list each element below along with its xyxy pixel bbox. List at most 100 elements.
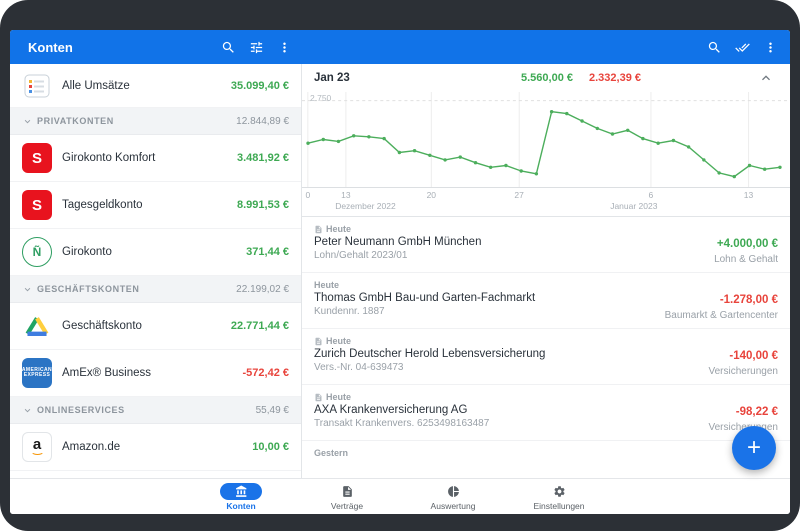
section-privatkonten[interactable]: PRIVATKONTEN 12.844,89 € [10,108,301,135]
chevron-down-icon [22,284,33,295]
account-label: Geschäftskonto [62,320,142,332]
date-text: Heute [326,336,352,346]
sidebar-item-tagesgeldkonto[interactable]: S Tagesgeldkonto 8.991,53 € [10,182,301,229]
transaction-amount: -140,00 € [729,350,778,362]
filter-icon[interactable] [242,33,270,61]
plus-icon: + [746,434,761,461]
nav-tab-einstellungen[interactable]: Einstellungen [523,483,595,511]
amazon-logo: a [22,432,52,462]
chevron-down-icon [22,405,33,416]
app-bar: Konten [10,30,790,64]
receipt-icon [314,393,323,402]
app-bar-left: Konten [10,33,302,61]
pie-chart-icon [432,483,474,500]
section-total: 22.199,02 € [236,283,289,295]
norisbank-logo: Ñ [22,237,52,267]
x-tick-label: 0 [305,190,311,200]
done-all-icon[interactable] [728,33,756,61]
income-total: 5.560,00 € [521,72,573,84]
nav-tab-vertraege[interactable]: Verträge [311,483,383,511]
sidebar-item-amex-business[interactable]: AMERICAN EXPRESS AmEx® Business -572,42 … [10,350,301,397]
x-tick-label: 6 [648,190,654,200]
more-options-icon[interactable] [756,33,784,61]
x-tick-label: 20 [426,190,437,200]
account-balance: 35.099,40 € [230,79,289,92]
section-label: GESCHÄFTSKONTEN [37,284,140,294]
sidebar-item-girokonto[interactable]: Ñ Girokonto 371,44 € [10,229,301,276]
page-title: Konten [28,39,73,55]
transaction-row[interactable]: Heute AXA Krankenversicherung AG Transak… [302,385,790,441]
amazon-smile-arc [30,448,44,455]
more-menu-icon[interactable] [270,33,298,61]
section-label: PRIVATKONTEN [37,116,114,126]
sidebar-item-all-transactions[interactable]: Alle Umsätze 35.099,40 € [10,64,301,108]
account-label: Amazon.de [62,441,121,453]
transaction-category: Baumarkt & Gartencenter [664,310,778,321]
date-text: Heute [326,224,352,234]
chart-header: Jan 23 5.560,00 € 2.332,39 € [302,64,790,92]
sparkasse-logo: S [22,143,52,173]
tablet-frame: Konten Alle Umsätze 35.099,40 € PRIVATKO… [0,0,800,531]
transaction-row[interactable]: Heute Peter Neumann GmbH München Lohn/Ge… [302,217,790,273]
transaction-date: Heute [314,336,670,346]
sidebar-item-amazon[interactable]: a Amazon.de 10,00 € [10,424,301,471]
transaction-title: Zurich Deutscher Herold Lebensversicheru… [314,348,546,360]
date-text: Heute [314,280,340,290]
nav-label: Einstellungen [533,500,585,511]
transaction-date: Gestern [314,448,670,458]
x-tick-label: 13 [341,190,351,200]
selected-date-label: Jan 23 [314,72,350,84]
transaction-date: Heute [314,224,670,234]
transaction-subtitle: Kundennr. 1887 [314,306,385,317]
balance-chart: 2.750 0 13 20 27 6 13 Dezember 2022 Januar 2023 [302,92,790,217]
expense-total: 2.332,39 € [589,72,641,84]
add-transaction-fab[interactable]: + [732,426,776,470]
transaction-title: Peter Neumann GmbH München [314,236,482,248]
account-balance: 22.771,44 € [230,320,289,332]
account-label: Girokonto [62,246,112,258]
sidebar-item-girokonto-komfort[interactable]: S Girokonto Komfort 3.481,92 € [10,135,301,182]
account-balance: 371,44 € [246,246,289,258]
account-label: AmEx® Business [62,367,152,379]
receipt-icon [314,337,323,346]
nav-tab-konten[interactable]: Konten [205,482,277,511]
transaction-category: Lohn & Gehalt [714,254,778,265]
search-icon[interactable] [214,33,242,61]
accounts-sidebar: Alle Umsätze 35.099,40 € PRIVATKONTEN 12… [10,64,302,478]
transaction-amount: +4.000,00 € [716,238,778,250]
transaction-row[interactable]: Heute Thomas GmbH Bau-und Garten-Fachmar… [302,273,790,329]
document-icon [326,483,368,500]
gear-icon [538,483,580,500]
amex-logo: AMERICAN EXPRESS [22,358,52,388]
transactions-list: Heute Peter Neumann GmbH München Lohn/Ge… [302,217,790,478]
transaction-subtitle: Vers.-Nr. 04-639473 [314,362,404,373]
transaction-subtitle: Lohn/Gehalt 2023/01 [314,250,408,261]
nav-tab-auswertung[interactable]: Auswertung [417,483,489,511]
section-geschaeftskonten[interactable]: GESCHÄFTSKONTEN 22.199,02 € [10,276,301,303]
receipt-icon [314,225,323,234]
month-label: Dezember 2022 [335,201,396,211]
transaction-amount: -98,22 € [735,406,778,418]
x-tick-label: 27 [514,190,524,200]
month-label: Januar 2023 [610,201,658,211]
amex-logo-line2: EXPRESS [23,372,51,378]
chevron-down-icon [22,116,33,127]
transaction-date: Heute [314,392,670,402]
account-label: Alle Umsätze [62,79,130,92]
nav-label: Verträge [330,500,364,511]
bottom-navigation: Konten Verträge Auswertung Einstellungen [10,478,790,514]
transaction-date-group: Gestern [302,441,790,468]
account-balance: 8.991,53 € [237,199,289,211]
transaction-subtitle: Transakt Krankenvers. 6253498163487 [314,418,490,429]
x-tick-label: 13 [743,190,754,200]
income-expense-summary: 5.560,00 € 2.332,39 € [410,72,752,84]
collapse-chart-icon[interactable] [752,64,780,92]
account-balance: -572,42 € [242,367,289,379]
date-text: Heute [326,392,352,402]
sidebar-item-geschaeftskonto[interactable]: Geschäftskonto 22.771,44 € [10,303,301,350]
section-label: ONLINESERVICES [37,405,125,415]
transaction-row[interactable]: Heute Zurich Deutscher Herold Lebensvers… [302,329,790,385]
section-total: 55,49 € [255,404,289,416]
search-transactions-icon[interactable] [700,33,728,61]
section-onlineservices[interactable]: ONLINESERVICES 55,49 € [10,397,301,424]
